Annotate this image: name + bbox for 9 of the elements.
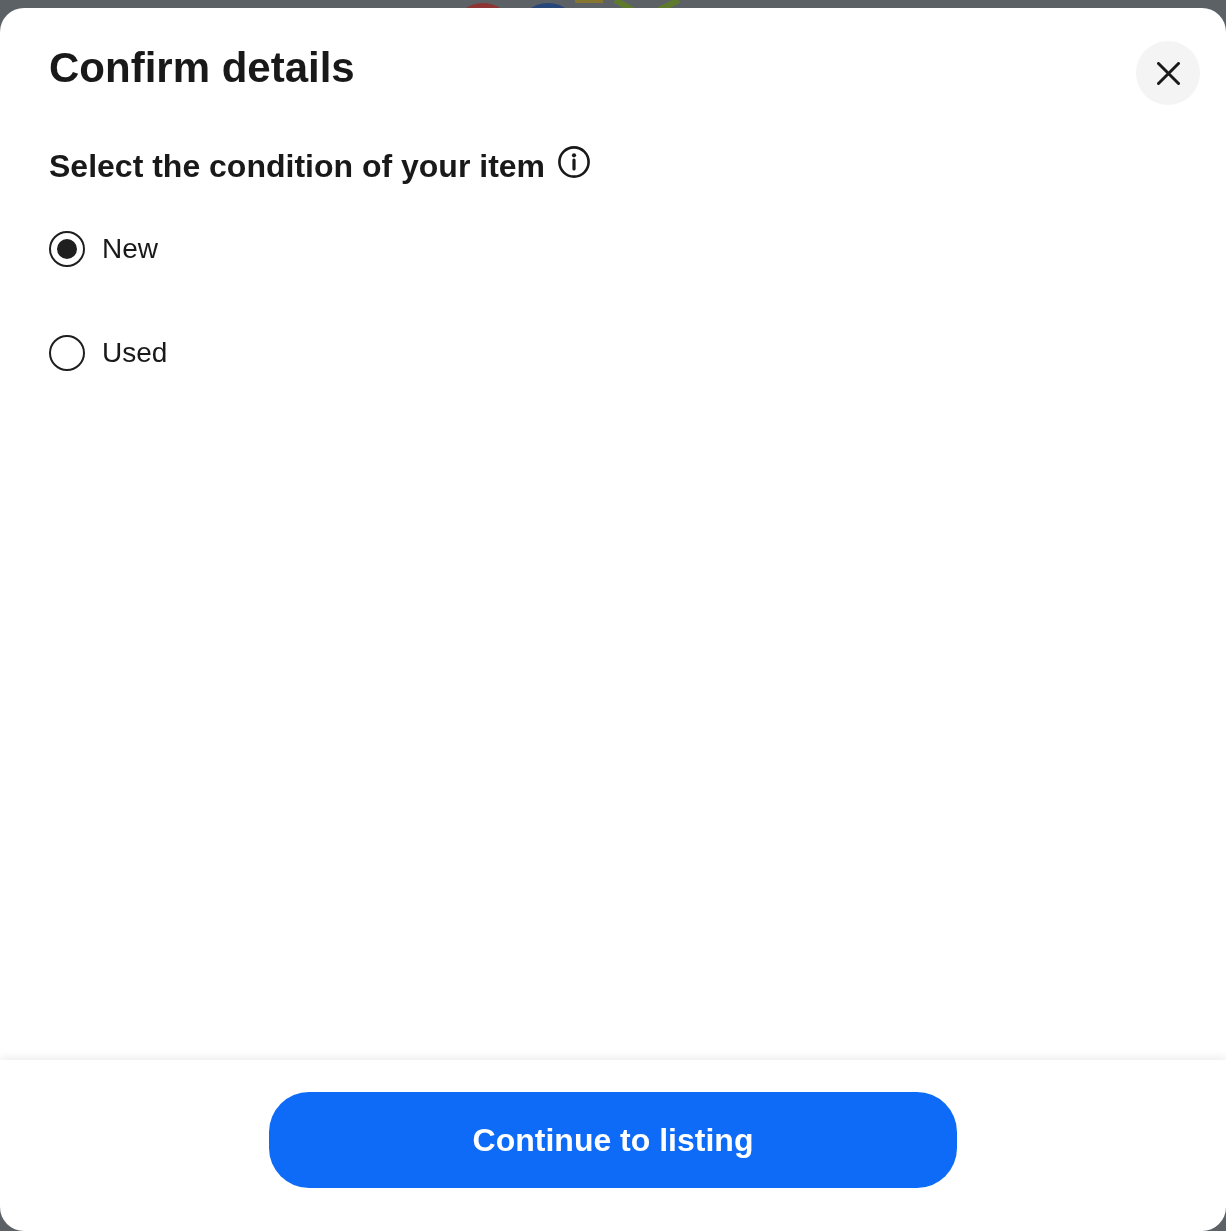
radio-button[interactable] bbox=[49, 335, 85, 371]
radio-button[interactable] bbox=[49, 231, 85, 267]
section-heading: Select the condition of your item bbox=[49, 147, 546, 186]
close-icon bbox=[1156, 61, 1180, 85]
radio-label[interactable]: New bbox=[102, 231, 158, 267]
info-icon[interactable] bbox=[558, 146, 591, 178]
radio-label[interactable]: Used bbox=[102, 335, 168, 371]
dialog-title: Confirm details bbox=[49, 44, 355, 92]
continue-button[interactable]: Continue to listing bbox=[269, 1092, 957, 1188]
